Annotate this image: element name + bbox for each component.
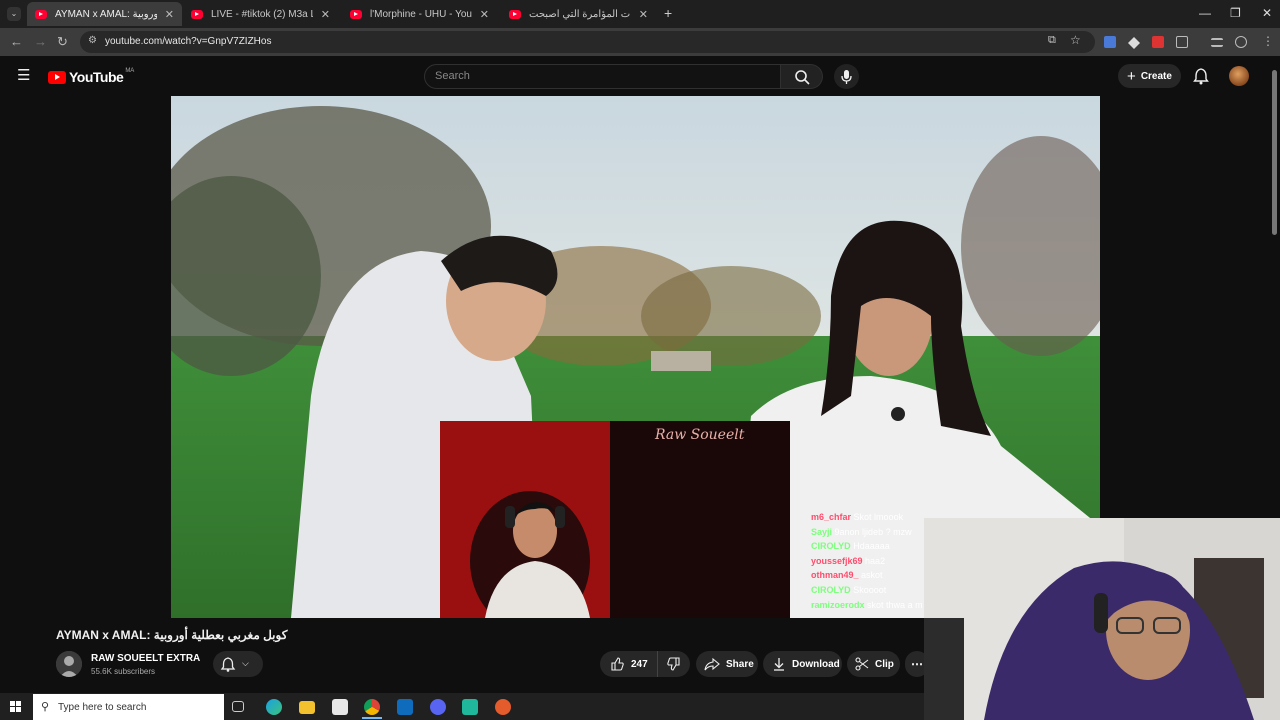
create-button[interactable]: + Create [1118,64,1181,88]
voice-search-button[interactable] [834,64,859,89]
share-icon [704,657,720,671]
diamond-extension-icon[interactable] [1128,36,1140,49]
channel-name[interactable]: RAW SOUEELT EXTRA [91,653,200,664]
tab-close-icon[interactable]: ✕ [639,8,648,21]
thumbs-down-icon [667,657,680,671]
task-view-icon[interactable] [232,701,244,712]
windows-taskbar: ⚲ Type here to search [0,693,924,720]
minimize-icon[interactable]: — [1199,6,1211,20]
page-scrollbar[interactable] [1272,70,1277,235]
chat-message: m6_chfar Skot lmoook [811,512,904,522]
bell-icon [220,657,236,672]
like-dislike-group: 247 [600,651,690,677]
windows-start-icon[interactable] [10,701,21,712]
chat-message: CIROLYD Skoooot [811,584,887,595]
edge-icon[interactable] [266,699,282,715]
channel-avatar[interactable] [56,651,82,677]
dislike-button[interactable] [658,651,690,677]
youtube-logo[interactable]: YouTube MA [48,68,134,85]
search-icon [795,70,810,85]
more-horizontal-icon: ⋯ [911,657,923,671]
extensions-puzzle-icon[interactable] [1176,36,1188,48]
youtube-header: ☰ YouTube MA + Create [0,56,1280,96]
app-orange-icon[interactable] [495,699,511,715]
youtube-favicon-icon [35,9,47,19]
back-icon[interactable]: ← [10,34,23,49]
chat-message: youssefjk69 haa2 [811,555,886,566]
youtube-play-logo-icon [48,70,66,84]
browser-tab-strip: ⌄ AYMAN x AMAL: كوبل مغربي بعطلية أوروبي… [0,0,1280,28]
chat-message: Sayji 9anon ljideb ? mzw [811,526,912,537]
forward-icon[interactable]: → [34,34,47,49]
plus-icon: + [1127,67,1136,85]
red-extension-icon[interactable] [1152,36,1164,48]
chrome-active-indicator [362,717,382,719]
overlay-brand-text: Raw Soueelt [655,427,745,443]
tab-conspiracy[interactable]: أبرز نظريات المؤامرة التي أصبحت ✕ [501,2,656,26]
share-button[interactable]: Share [696,651,758,677]
address-bar[interactable]: ⚙ youtube.com/watch?v=GnpV7ZIZHos ⧉ ☆ [80,31,1095,53]
bookmark-star-icon[interactable]: ☆ [1070,33,1081,47]
download-icon [774,658,784,671]
subscriber-count: 55.6K subscribers [91,667,156,676]
discord-icon[interactable] [430,699,446,715]
like-button[interactable]: 247 [600,651,658,677]
youtube-favicon-icon [350,9,362,19]
subscription-bell-button[interactable]: ⌵ [213,651,263,677]
account-avatar[interactable] [1229,66,1249,86]
url-text[interactable]: youtube.com/watch?v=GnpV7ZIZHos [105,36,271,47]
search-box[interactable] [424,64,781,89]
webcam-overlay [924,518,1280,720]
youtube-favicon-icon [191,9,203,19]
scissors-icon [855,657,869,671]
reload-icon[interactable]: ↻ [57,34,68,50]
chat-overlay: m6_chfar Skot lmoook Sayji 9anon ljideb … [811,510,931,612]
tab-morphine[interactable]: l'Morphine - UHU - YouTube ✕ [342,2,497,26]
webcam-image [924,518,1280,720]
hamburger-menu-icon[interactable]: ☰ [17,66,30,84]
chrome-icon[interactable] [364,699,380,715]
translate-extension-icon[interactable] [1104,36,1116,48]
microsoft-store-icon[interactable] [332,699,348,715]
thumbs-up-icon [611,657,624,671]
taskbar-search-box[interactable]: ⚲ Type here to search [33,694,224,720]
chat-message: ramizoerodx skot thwa a m [811,599,923,610]
taskbar-search-placeholder: Type here to search [58,702,147,713]
outlook-icon[interactable] [397,699,413,715]
chat-message: CIROLYD Hdaaaaa [811,541,890,552]
search-icon: ⚲ [41,701,50,713]
restore-icon[interactable]: ❐ [1230,6,1241,20]
tab-close-icon[interactable]: ✕ [165,8,174,21]
browser-toolbar: ← → ↻ ⚙ youtube.com/watch?v=GnpV7ZIZHos … [0,28,1280,56]
file-explorer-icon[interactable] [299,701,315,714]
new-tab-button[interactable]: + [664,5,672,21]
download-button[interactable]: Download [763,651,842,677]
reading-list-icon[interactable] [1211,38,1223,47]
video-title: AYMAN x AMAL: كوبل مغربي بعطلية أوروبية [56,628,288,642]
tab-search-icon[interactable]: ⌄ [7,7,21,21]
site-info-icon[interactable]: ⚙ [88,35,97,46]
tab-live-tiktok[interactable]: LIVE - #tiktok (2) M3a Lwalida - ✕ [183,2,338,26]
youtube-favicon-icon [509,9,521,19]
tab-close-icon[interactable]: ✕ [480,8,489,21]
profile-icon[interactable] [1235,36,1247,48]
streamer-image [440,421,790,618]
chat-message: othman49_ askot [811,570,883,581]
install-app-icon[interactable]: ⧉ [1048,34,1056,47]
clip-button[interactable]: Clip [847,651,900,677]
tab-close-icon[interactable]: ✕ [321,8,330,21]
search-input[interactable] [435,70,755,82]
microphone-icon [841,70,852,84]
streamer-overlay: Raw Soueelt [440,421,790,618]
search-button[interactable] [781,64,823,89]
app-teal-icon[interactable] [462,699,478,715]
chevron-down-icon: ⌵ [242,658,249,668]
notifications-bell-icon[interactable] [1192,67,1210,85]
window-close-icon[interactable]: ✕ [1262,6,1272,20]
tab-ayman-amal[interactable]: AYMAN x AMAL: كوبل مغربي بعطلية أوروبية … [27,2,182,26]
chrome-menu-icon[interactable]: ⋮ [1262,34,1274,48]
